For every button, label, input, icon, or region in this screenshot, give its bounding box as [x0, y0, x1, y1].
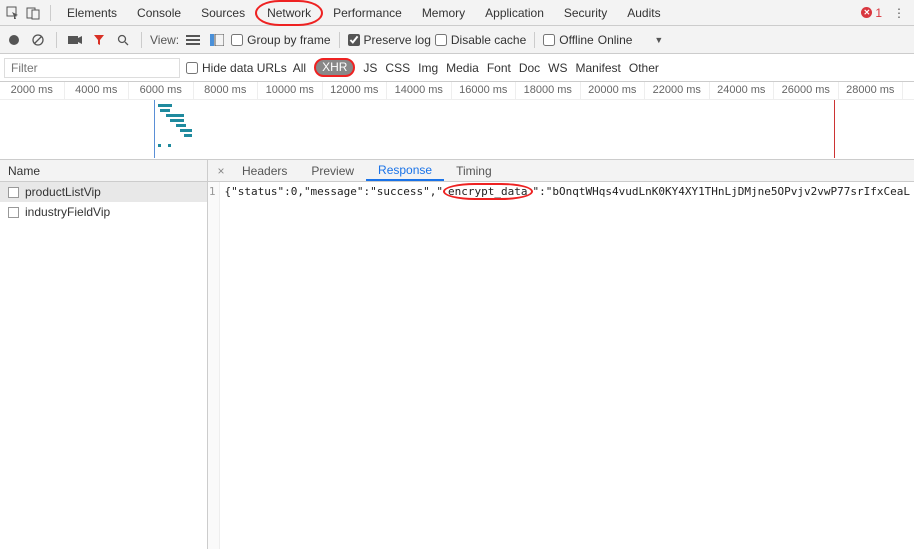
resp-highlight: encrypt_data	[443, 183, 532, 200]
request-name: industryFieldVip	[25, 205, 110, 219]
tab-memory[interactable]: Memory	[412, 0, 475, 26]
tab-console[interactable]: Console	[127, 0, 191, 26]
tab-network[interactable]: Network	[255, 0, 323, 26]
filter-type-img[interactable]: Img	[418, 61, 438, 75]
group-by-frame-label: Group by frame	[247, 33, 330, 47]
timeline-overview[interactable]: 2000 ms 4000 ms 6000 ms 8000 ms 10000 ms…	[0, 82, 914, 160]
chevron-down-icon: ▼	[654, 35, 663, 45]
view-label: View:	[150, 33, 179, 47]
request-name: productListVip	[25, 185, 101, 199]
checkbox-icon	[8, 187, 19, 198]
filter-type-css[interactable]: CSS	[385, 61, 410, 75]
filter-type-media[interactable]: Media	[446, 61, 479, 75]
tick: 2000 ms	[0, 82, 65, 99]
detail-tab-response[interactable]: Response	[366, 160, 444, 181]
detail-tab-timing[interactable]: Timing	[444, 161, 504, 181]
filter-icon[interactable]	[89, 30, 109, 50]
filter-type-manifest[interactable]: Manifest	[576, 61, 621, 75]
more-icon[interactable]: ⋮	[890, 4, 908, 22]
tick: 16000 ms	[452, 82, 517, 99]
resp-post: ":"bOnqtWHqs4vudLnK0KY4XY1THnLjDMjne5OPv…	[533, 185, 911, 198]
camera-icon[interactable]	[65, 30, 85, 50]
record-icon[interactable]	[4, 30, 24, 50]
filter-type-font[interactable]: Font	[487, 61, 511, 75]
detail-tab-preview[interactable]: Preview	[299, 161, 366, 181]
tick: 12000 ms	[323, 82, 388, 99]
throttling-select[interactable]: Online ▼	[598, 33, 664, 47]
filter-input[interactable]	[4, 58, 180, 78]
error-count: 1	[875, 6, 882, 20]
tick: 14000 ms	[387, 82, 452, 99]
large-rows-icon[interactable]	[183, 30, 203, 50]
tick: 18000 ms	[516, 82, 581, 99]
disable-cache-label: Disable cache	[451, 33, 526, 47]
tick: 28000 ms	[839, 82, 904, 99]
clear-icon[interactable]	[28, 30, 48, 50]
response-text[interactable]: {"status":0,"message":"success","encrypt…	[220, 182, 914, 549]
preserve-log-label: Preserve log	[364, 33, 431, 47]
preserve-log-toggle[interactable]: Preserve log	[348, 33, 431, 47]
inspect-icon[interactable]	[4, 4, 22, 22]
tick: 4000 ms	[65, 82, 130, 99]
device-toggle-icon[interactable]	[24, 4, 42, 22]
checkbox-icon	[8, 207, 19, 218]
tick: 6000 ms	[129, 82, 194, 99]
tab-sources[interactable]: Sources	[191, 0, 255, 26]
line-number: 1	[208, 182, 220, 549]
filter-type-ws[interactable]: WS	[548, 61, 567, 75]
tab-audits[interactable]: Audits	[617, 0, 670, 26]
overview-icon[interactable]	[207, 30, 227, 50]
hide-data-urls-label: Hide data URLs	[202, 61, 287, 75]
tab-application[interactable]: Application	[475, 0, 554, 26]
offline-toggle[interactable]: Offline	[543, 33, 593, 47]
tick: 24000 ms	[710, 82, 775, 99]
tab-security[interactable]: Security	[554, 0, 617, 26]
hide-data-urls-toggle[interactable]: Hide data URLs	[186, 61, 287, 75]
request-row[interactable]: industryFieldVip	[0, 202, 207, 222]
resp-pre: {"status":0,"message":"success","	[224, 185, 443, 198]
filter-type-doc[interactable]: Doc	[519, 61, 540, 75]
request-row[interactable]: productListVip	[0, 182, 207, 202]
divider	[50, 5, 51, 21]
error-badge[interactable]: ✕ 1	[861, 6, 882, 20]
detail-tab-headers[interactable]: Headers	[230, 161, 299, 181]
tab-elements[interactable]: Elements	[57, 0, 127, 26]
tick: 22000 ms	[645, 82, 710, 99]
tick: 8000 ms	[194, 82, 259, 99]
tab-performance[interactable]: Performance	[323, 0, 412, 26]
filter-type-xhr[interactable]: XHR	[314, 58, 355, 77]
filter-type-other[interactable]: Other	[629, 61, 659, 75]
search-icon[interactable]	[113, 30, 133, 50]
tick: 20000 ms	[581, 82, 646, 99]
filter-type-all[interactable]: All	[293, 61, 306, 75]
requests-header: Name	[0, 160, 207, 182]
filter-type-js[interactable]: JS	[363, 61, 377, 75]
disable-cache-toggle[interactable]: Disable cache	[435, 33, 526, 47]
tick: 26000 ms	[774, 82, 839, 99]
throttling-value: Online	[598, 33, 633, 47]
close-icon[interactable]: ×	[212, 164, 230, 178]
offline-label: Offline	[559, 33, 593, 47]
error-icon: ✕	[861, 7, 872, 18]
group-by-frame-toggle[interactable]: Group by frame	[231, 33, 330, 47]
tick: 10000 ms	[258, 82, 323, 99]
